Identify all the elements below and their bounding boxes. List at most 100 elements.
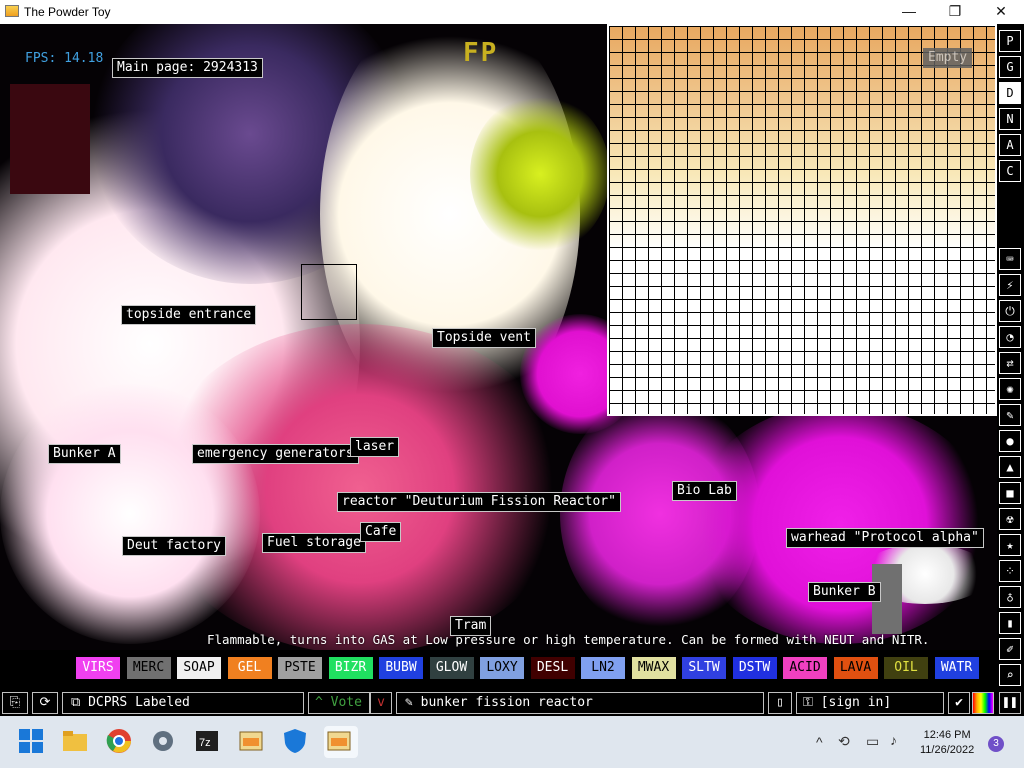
element-button-oil[interactable]: OIL xyxy=(884,657,928,679)
element-button-acid[interactable]: ACID xyxy=(783,657,827,679)
app-icon xyxy=(5,5,19,17)
key-icon: ⚿ xyxy=(803,695,821,710)
sign-reactor[interactable]: reactor "Deuturium Fission Reactor" xyxy=(337,492,621,512)
sign-emergency-generators[interactable]: emergency generators xyxy=(192,444,359,464)
windows-start-icon[interactable] xyxy=(16,726,50,758)
atom-icon[interactable]: ✺ xyxy=(999,378,1021,400)
element-button-watr[interactable]: WATR xyxy=(934,657,979,679)
element-button-bubw[interactable]: BUBW xyxy=(379,657,423,679)
brush-icon[interactable]: ✎ xyxy=(999,404,1021,426)
volume-icon[interactable]: ♪ xyxy=(890,732,897,748)
dots-icon[interactable]: ⁘ xyxy=(999,560,1021,582)
chrome-icon[interactable] xyxy=(104,726,138,758)
element-button-sltw[interactable]: SLTW xyxy=(682,657,726,679)
menu-button-c[interactable]: C xyxy=(999,160,1021,182)
element-button-loxy[interactable]: LOXY xyxy=(480,657,524,679)
minimize-button[interactable]: — xyxy=(886,0,932,24)
settings-check-icon[interactable]: ✔ xyxy=(948,692,970,714)
sign-fuel-storage[interactable]: Fuel storage xyxy=(262,533,366,553)
clock-date: 11/26/2022 xyxy=(920,744,975,756)
tag-icon: ✎ xyxy=(405,695,421,710)
sign-deut-factory[interactable]: Deut factory xyxy=(122,536,226,556)
element-button-bizr[interactable]: BIZR xyxy=(328,657,373,679)
element-button-gel[interactable]: GEL xyxy=(227,657,272,679)
sign-in-button[interactable]: ⚿ [sign in] xyxy=(796,692,944,714)
element-button-virs[interactable]: VIRS xyxy=(76,657,120,679)
reload-icon[interactable]: ⟳ xyxy=(32,692,58,714)
element-bar: VIRS MERC SOAP GEL PSTE BIZR BUBW GLOW LOXY DESL L… xyxy=(0,650,997,690)
menu-button-n[interactable]: N xyxy=(999,108,1021,130)
element-button-glow[interactable]: GLOW xyxy=(429,657,474,679)
save-name-button[interactable]: ⧉ DCPRS Labeled xyxy=(62,692,304,714)
new-save-icon[interactable]: ▯ xyxy=(768,692,792,714)
element-description-tooltip: Flammable, turns into GAS at Low pressur… xyxy=(207,632,930,647)
sign-bunker-a[interactable]: Bunker A xyxy=(48,444,121,464)
window-title: The Powder Toy xyxy=(24,5,111,19)
search-icon[interactable]: ⌕ xyxy=(999,664,1021,686)
defender-icon[interactable] xyxy=(280,726,314,758)
element-button-soap[interactable]: SOAP xyxy=(177,657,221,679)
star-icon[interactable]: ★ xyxy=(999,534,1021,556)
bookmark-icon[interactable]: ▮ xyxy=(999,612,1021,634)
particle-cloud xyxy=(690,404,990,644)
menu-button-g[interactable]: G xyxy=(999,56,1021,78)
system-clock[interactable]: 12:46 PM 11/26/2022 xyxy=(920,728,974,758)
tags-button[interactable]: ✎ bunker fission reactor xyxy=(396,692,764,714)
gauge-icon[interactable]: ◔ xyxy=(999,326,1021,348)
open-save-icon[interactable]: ⎘ xyxy=(2,692,28,714)
sign-topside-vent[interactable]: Topside vent xyxy=(432,328,536,348)
element-button-pste[interactable]: PSTE xyxy=(278,657,322,679)
tags-label: bunker fission reactor xyxy=(420,695,593,710)
powder-toy-active-icon[interactable] xyxy=(324,726,358,758)
plug-icon[interactable]: ⚡ xyxy=(999,274,1021,296)
keyboard-icon[interactable]: ⌨ xyxy=(999,248,1021,270)
brush-cursor xyxy=(301,264,357,320)
sign-topside-entrance[interactable]: topside entrance xyxy=(121,305,257,325)
element-button-lava[interactable]: LAVA xyxy=(833,657,878,679)
power-icon[interactable]: ⏻ xyxy=(999,300,1021,322)
element-button-desl[interactable]: DESL xyxy=(530,657,575,679)
pause-icon[interactable]: ❚❚ xyxy=(999,692,1021,714)
flask-icon[interactable]: ▲ xyxy=(999,456,1021,478)
sign-in-label: [sign in] xyxy=(820,695,892,710)
file-explorer-icon[interactable] xyxy=(60,726,94,758)
square-icon[interactable]: ■ xyxy=(999,482,1021,504)
sign-cafe[interactable]: Cafe xyxy=(360,522,402,542)
os-taskbar: 7z ^ ⟲ ▭ ♪ 12:46 PM 11/26/2022 3 xyxy=(0,716,1024,768)
dark-region xyxy=(10,84,90,194)
notification-badge[interactable]: 3 xyxy=(988,736,1004,752)
network-icon[interactable]: ▭ xyxy=(866,733,879,750)
sign-bunker-b[interactable]: Bunker B xyxy=(808,582,881,602)
7zip-icon[interactable]: 7z xyxy=(192,726,226,758)
bulb-icon[interactable]: ♁ xyxy=(999,586,1021,608)
vote-up-icon: ^ xyxy=(315,695,331,710)
menu-button-d[interactable]: D xyxy=(999,82,1021,104)
sign-bio-lab[interactable]: Bio Lab xyxy=(672,481,737,501)
svg-text:7z: 7z xyxy=(199,737,211,749)
sign-laser[interactable]: laser xyxy=(350,437,400,457)
renderer-options-icon[interactable] xyxy=(972,692,994,714)
pen-icon[interactable]: ✐ xyxy=(999,638,1021,660)
sign-main-page[interactable]: Main page: 2924313 xyxy=(112,58,263,78)
vote-down-button[interactable]: v xyxy=(370,692,392,714)
element-button-merc[interactable]: MERC xyxy=(126,657,171,679)
window-titlebar: The Powder Toy — ❐ ✕ xyxy=(0,0,1024,24)
sign-warhead[interactable]: warhead "Protocol alpha" xyxy=(786,528,984,548)
powder-toy-taskbar-icon[interactable] xyxy=(236,726,270,758)
radiation-icon[interactable]: ☢ xyxy=(999,508,1021,530)
arrows-icon[interactable]: ⇄ xyxy=(999,352,1021,374)
element-button-dstw[interactable]: DSTW xyxy=(732,657,777,679)
settings-icon[interactable] xyxy=(148,726,182,758)
right-menu: P G D N A C ⌨ ⚡ ⏻ ◔ ⇄ ✺ ✎ ● ▲ ■ ☢ ★ ⁘ ♁ … xyxy=(997,24,1024,690)
vote-up-button[interactable]: ^ Vote xyxy=(308,692,370,714)
element-button-ln2[interactable]: LN2 xyxy=(581,657,625,679)
sync-icon[interactable]: ⟲ xyxy=(838,733,850,750)
element-button-mwax[interactable]: MWAX xyxy=(631,657,676,679)
menu-button-p[interactable]: P xyxy=(999,30,1021,52)
drop-icon[interactable]: ● xyxy=(999,430,1021,452)
menu-button-a[interactable]: A xyxy=(999,134,1021,156)
maximize-button[interactable]: ❐ xyxy=(932,0,978,24)
close-button[interactable]: ✕ xyxy=(978,0,1024,24)
chevron-up-icon[interactable]: ^ xyxy=(816,734,823,750)
simulation-canvas[interactable]: FPS: 14.18 FP Empty Main page: 2924313 t… xyxy=(0,24,997,650)
